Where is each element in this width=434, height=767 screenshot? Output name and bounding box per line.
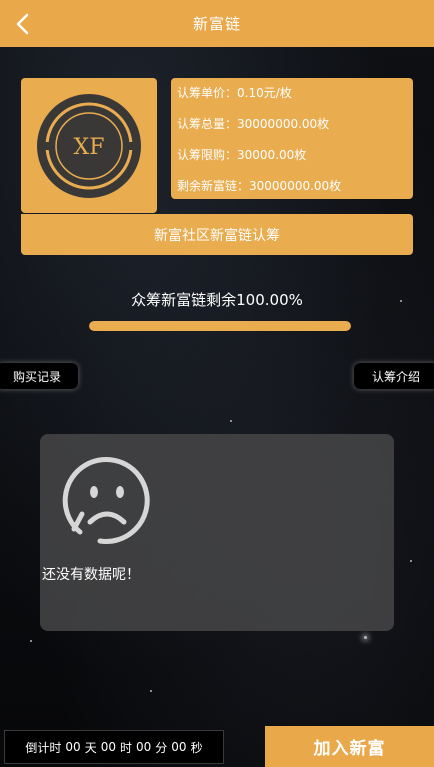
join-button[interactable]: 加入新富 [265, 726, 434, 767]
limit-row: 认筹限购：30000.00枚 [177, 146, 413, 177]
star-decoration [364, 636, 367, 639]
unit-price-value: 0.10元/枚 [237, 86, 292, 100]
limit-value: 30000.00枚 [237, 148, 307, 162]
countdown-minutes: 00 [136, 740, 152, 754]
purchase-records-button[interactable]: 购买记录 [0, 363, 78, 389]
subscription-info-card: XF 认筹单价：0.10元/枚 认筹总量：30000000.00枚 认筹限购：3… [21, 78, 413, 255]
chevron-left-icon [16, 13, 29, 35]
countdown-timer: 倒计时 00 天 00 时 00 分 00 秒 [4, 730, 224, 764]
empty-state-panel: 还没有数据呢！ [40, 434, 394, 631]
total-value: 30000000.00枚 [237, 117, 330, 131]
countdown-label: 倒计时 [25, 740, 62, 755]
sad-face-icon [62, 456, 150, 544]
top-bar: 新富链 [0, 0, 434, 47]
countdown-days-unit: 天 [84, 740, 97, 755]
unit-price-label: 认筹单价： [177, 86, 238, 100]
stats-box: 认筹单价：0.10元/枚 认筹总量：30000000.00枚 认筹限购：3000… [171, 78, 413, 199]
countdown-seconds: 00 [171, 740, 187, 754]
subscription-intro-button[interactable]: 认筹介绍 [354, 363, 434, 389]
progress-bar [89, 321, 351, 331]
star-decoration [410, 560, 412, 562]
remaining-row: 剩余新富链：30000000.00枚 [177, 177, 413, 208]
remaining-value: 30000000.00枚 [249, 179, 342, 193]
empty-state-text: 还没有数据呢！ [42, 567, 140, 583]
progress-label: 众筹新富链剩余100.00% [131, 291, 303, 309]
countdown-days: 00 [65, 740, 81, 754]
coin-ring-icon: XF [45, 102, 133, 189]
star-decoration [30, 640, 32, 642]
star-decoration [230, 420, 232, 422]
countdown-hours-unit: 时 [119, 740, 132, 755]
page-title: 新富链 [192, 15, 241, 33]
star-decoration [150, 690, 152, 692]
countdown-minutes-unit: 分 [155, 740, 168, 755]
progress-fill [89, 321, 351, 331]
logo-text: XF [74, 135, 105, 160]
remaining-label: 剩余新富链： [177, 179, 250, 193]
logo-box: XF [21, 78, 157, 213]
total-label: 认筹总量： [177, 117, 238, 131]
project-banner: 新富社区新富链认筹 [21, 214, 413, 255]
back-button[interactable] [10, 10, 34, 38]
countdown-seconds-unit: 秒 [190, 740, 203, 755]
total-row: 认筹总量：30000000.00枚 [177, 115, 413, 146]
unit-price-row: 认筹单价：0.10元/枚 [177, 84, 413, 115]
countdown-hours: 00 [100, 740, 116, 754]
limit-label: 认筹限购： [177, 148, 238, 162]
xf-coin-logo: XF [37, 93, 141, 198]
